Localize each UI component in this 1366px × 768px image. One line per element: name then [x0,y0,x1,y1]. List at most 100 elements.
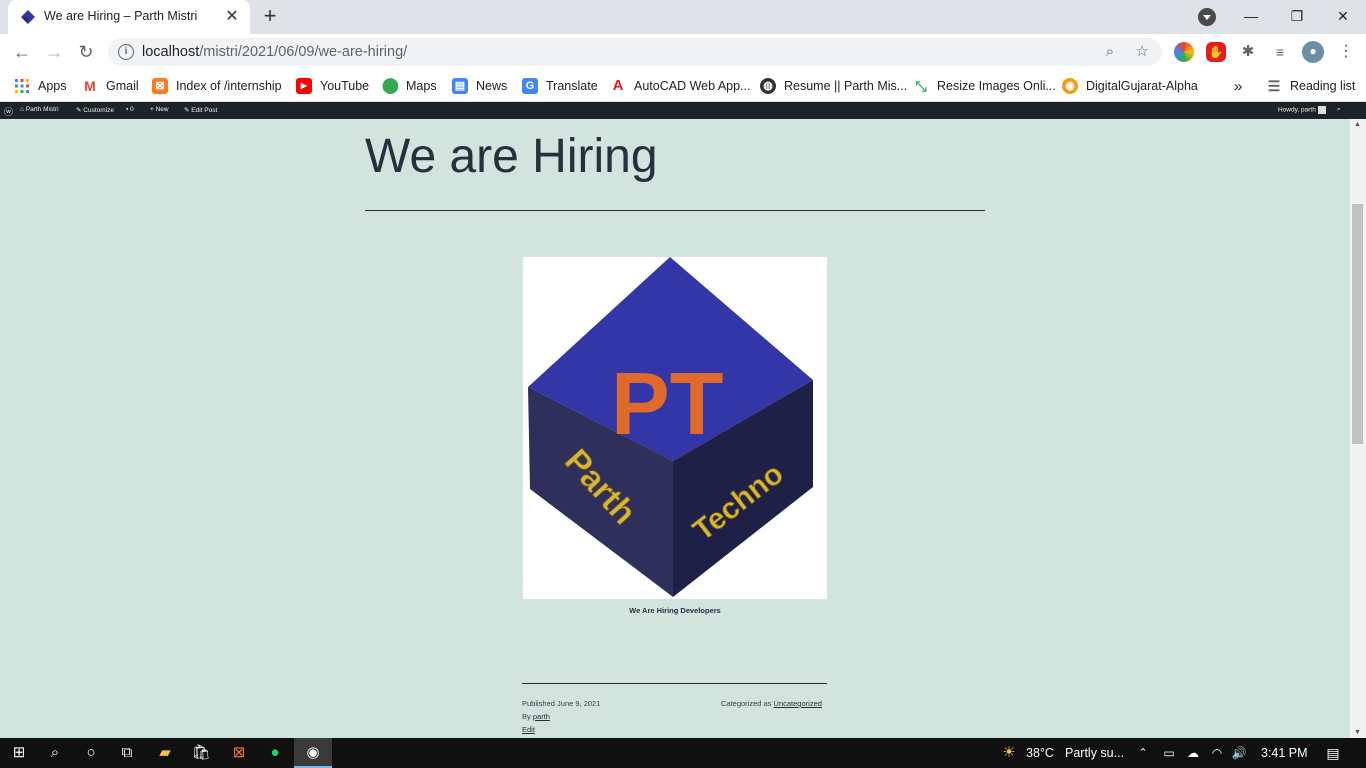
file-explorer-icon[interactable]: ▰ [146,738,184,768]
media-control-icon[interactable]: ≡ [1270,42,1290,62]
back-arrow-icon[interactable]: ← [8,38,36,66]
window-minimize-button[interactable]: — [1228,0,1274,32]
weather-text[interactable]: Partly su... [1065,746,1124,760]
parth-techno-logo: PT Parth Techno [528,257,813,597]
chrome-taskbar-icon[interactable]: ◉ [294,738,332,768]
bookmark-apps[interactable]: Apps [14,76,67,96]
autocad-icon: A [612,77,624,94]
wp-comments-count: 0 [130,106,134,113]
bookmark-translate[interactable]: G Translate [522,76,598,96]
scroll-thumb[interactable] [1352,204,1363,444]
taskbar-clock[interactable]: 3:41 PM [1261,746,1308,760]
bookmark-autocad[interactable]: A AutoCAD Web App... [610,76,751,96]
bookmark-label: Maps [406,79,437,93]
post-author: By parth [522,712,550,721]
translate-icon: G [522,78,538,94]
tab-search-icon[interactable] [1198,8,1216,26]
bookmark-label: YouTube [320,79,370,93]
reload-icon[interactable]: ↻ [72,38,100,66]
zoom-search-icon[interactable]: ⌕ [1100,42,1120,62]
url-host: localhost [142,44,200,60]
bookmark-resize-images[interactable]: ⤡ Resize Images Onli... [913,76,1055,96]
bookmark-label: Index of /internship [176,79,282,93]
bookmarks-overflow-icon[interactable]: » [1234,76,1242,96]
browser-toolbar: ← → ↻ i localhost/mistri/2021/06/09/we-a… [0,34,1366,70]
category-link[interactable]: Uncategorized [774,699,822,708]
tab-title: We are Hiring – Parth Mistri [44,9,198,23]
footer-divider [522,683,827,684]
bookmark-label: AutoCAD Web App... [634,79,751,93]
bookmark-label: Resume || Parth Mis... [784,79,908,93]
weather-icon[interactable]: ☀ [990,738,1028,768]
site-info-icon[interactable]: i [118,44,134,60]
window-close-button[interactable]: ✕ [1320,0,1366,32]
store-icon[interactable]: 🛍 [182,738,220,768]
maps-icon: ⬤ [382,77,399,94]
wp-site-name-label: Parth Mistri [25,106,59,113]
bookmark-index-internship[interactable]: ⊠ Index of /internship [152,76,282,96]
taskbar-search-icon[interactable]: ⌕ [36,738,74,768]
wp-new[interactable]: + New [150,106,169,113]
wp-user-avatar [1317,106,1326,114]
author-link[interactable]: parth [533,712,550,721]
bookmark-gmail[interactable]: M Gmail [82,76,139,96]
wp-customize-label: Customize [83,107,114,114]
post-featured-image[interactable]: PT Parth Techno [523,257,827,599]
bookmark-news[interactable]: ▤ News [452,76,507,96]
xampp-taskbar-icon[interactable]: ⊠ [220,738,258,768]
bookmark-label: Gmail [106,79,139,93]
notifications-icon[interactable]: ▤ [1314,738,1352,768]
task-view-icon[interactable]: ⧉ [108,738,146,768]
wp-comments[interactable]: ▪ 0 [126,106,134,113]
profile-avatar[interactable]: ● [1302,41,1324,63]
color-extension-icon[interactable] [1174,42,1194,62]
resize-icon: ⤡ [915,78,927,94]
bookmark-label: News [476,79,508,93]
browser-tab-active[interactable]: We are Hiring – Parth Mistri ✕ [8,0,250,34]
address-bar[interactable]: i localhost/mistri/2021/06/09/we-are-hir… [108,38,1162,66]
extensions-puzzle-icon[interactable]: ✱ [1238,42,1258,62]
bookmarks-bar: Apps M Gmail ⊠ Index of /internship ▶ Yo… [0,70,1366,102]
windows-start-icon[interactable]: ⊞ [0,738,38,768]
cortana-icon[interactable]: ○ [72,738,110,768]
wordpress-logo-icon[interactable]: ⓦ [4,105,13,118]
wp-howdy-label: Howdy, parth [1278,106,1316,114]
forward-arrow-icon[interactable]: → [40,38,68,66]
bookmark-digitalgujarat[interactable]: ◉ DigitalGujarat-Alpha [1062,76,1198,96]
tab-close-icon[interactable]: ✕ [222,7,242,27]
edit-post-link[interactable]: Edit [522,725,535,734]
adblock-extension-icon[interactable]: ✋ [1206,42,1226,62]
post-category: Categorized as Uncategorized [721,699,822,708]
news-icon: ▤ [452,78,468,94]
window-restore-button[interactable]: ❐ [1274,0,1320,32]
xampp-icon: ⊠ [152,78,168,94]
wp-edit-post[interactable]: ✎ Edit Post [184,106,217,114]
published-date: Published June 9, 2021 [522,699,601,708]
wp-customize[interactable]: ✎ Customize [76,106,114,114]
page-scrollbar[interactable]: ▲ ▼ [1350,119,1366,738]
bookmark-label: Translate [546,79,598,93]
bookmark-youtube[interactable]: ▶ YouTube [296,76,369,96]
wp-search-icon[interactable]: ⌕ [1337,106,1341,114]
post-title: We are Hiring [365,130,658,183]
windows-taskbar: ⊞ ⌕ ○ ⧉ ▰ 🛍 ⊠ ● ◉ ☀ 38°C Partly su... ⌃ … [0,738,1366,768]
reading-list-button[interactable]: ☰ Reading list [1266,76,1356,96]
volume-icon[interactable]: 🔊 [1220,738,1258,768]
bookmark-maps[interactable]: ⬤ Maps [382,76,437,96]
whatsapp-icon[interactable]: ● [256,738,294,768]
youtube-icon: ▶ [296,78,312,94]
bookmark-star-icon[interactable]: ☆ [1132,42,1152,62]
scroll-up-arrow-icon[interactable]: ▲ [1354,121,1361,128]
edit-link-wrap: Edit [522,725,535,734]
weather-temp[interactable]: 38°C [1026,746,1054,760]
wp-site-name[interactable]: ⌂ Parth Mistri [20,106,59,113]
browser-tab-strip: We are Hiring – Parth Mistri ✕ + — ❐ ✕ [0,0,1366,34]
wp-howdy[interactable]: Howdy, parth [1278,106,1326,114]
new-tab-button[interactable]: + [258,5,282,29]
categorized-label: Categorized as [721,699,772,708]
url-text[interactable]: localhost/mistri/2021/06/09/we-are-hirin… [142,44,407,60]
browser-menu-icon[interactable]: ⋮ [1336,42,1356,62]
wp-new-label: New [155,106,169,113]
scroll-down-arrow-icon[interactable]: ▼ [1354,729,1361,736]
bookmark-resume[interactable]: ◍ Resume || Parth Mis... [760,76,907,96]
